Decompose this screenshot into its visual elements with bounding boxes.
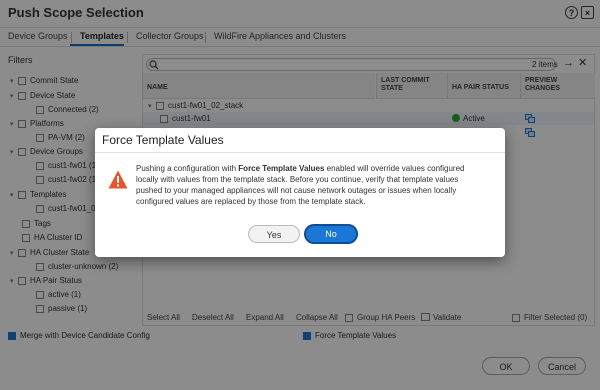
no-button[interactable]: No	[304, 224, 358, 244]
modal-message: Pushing a configuration with Force Templ…	[136, 164, 465, 206]
modal-header: Force Template Values	[95, 128, 505, 153]
modal-title: Force Template Values	[102, 133, 224, 147]
yes-button[interactable]: Yes	[248, 225, 300, 243]
force-template-values-modal: Force Template Values Pushing a configur…	[95, 128, 505, 257]
push-scope-dialog: Push Scope Selection ? × Device Groups T…	[0, 0, 600, 390]
warning-icon	[108, 170, 128, 189]
